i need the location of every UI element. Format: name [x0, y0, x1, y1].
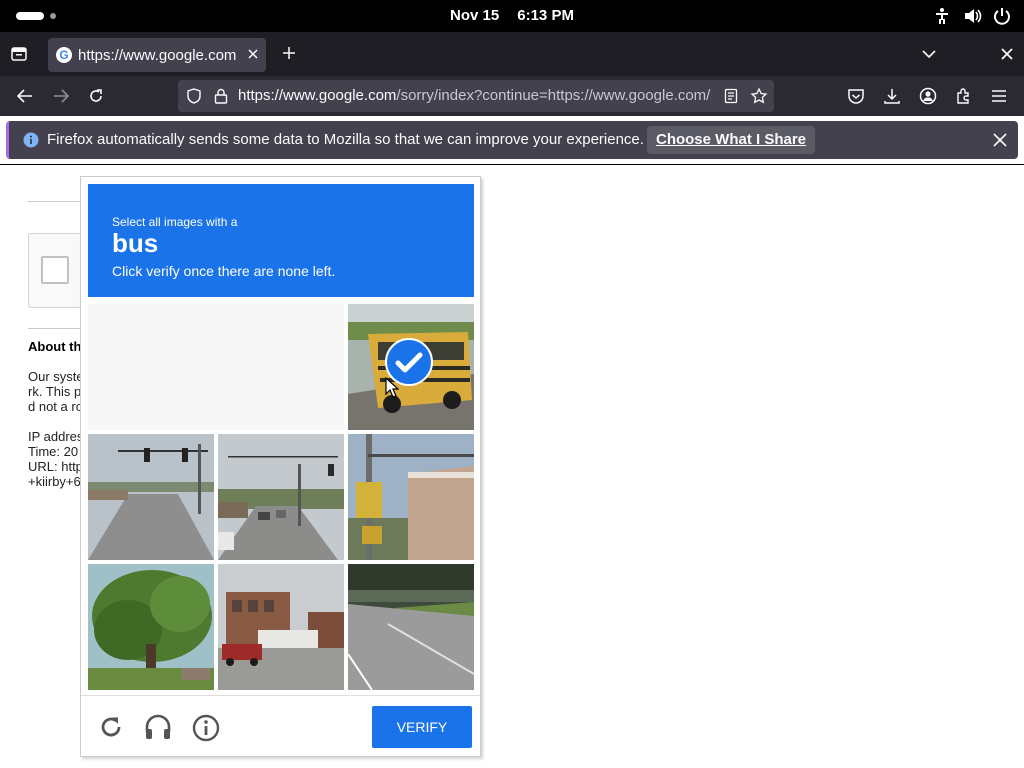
recaptcha-challenge-dialog: Select all images with a bus Click verif…: [80, 176, 481, 757]
info-icon[interactable]: [192, 714, 220, 742]
recaptcha-checkbox[interactable]: [41, 256, 69, 284]
system-tray[interactable]: [932, 6, 1012, 26]
window-close-icon[interactable]: [1000, 47, 1014, 61]
data-collection-notification: Firefox automatically sends some data to…: [6, 121, 1018, 159]
prompt-target: bus: [112, 228, 159, 258]
clock[interactable]: Nov 15 6:13 PM: [0, 0, 1024, 32]
extensions-icon[interactable]: [955, 87, 973, 105]
tile-traffic-light-road[interactable]: [88, 434, 214, 560]
chevron-down-icon[interactable]: [921, 47, 937, 61]
notification-close-icon[interactable]: [993, 133, 1007, 147]
google-favicon-icon: G: [56, 47, 72, 63]
volume-icon[interactable]: [962, 6, 982, 26]
road-curb-image: [348, 564, 474, 690]
tree-image: [88, 564, 214, 690]
body-line: d not a ro: [28, 399, 83, 414]
body-line: Our syste: [28, 369, 84, 384]
mouse-cursor-icon: [385, 377, 399, 398]
url-bar[interactable]: https://www.google.com/sorry/index?conti…: [178, 80, 774, 112]
reader-view-icon[interactable]: [724, 88, 738, 104]
tab-google[interactable]: G https://www.google.com: [48, 38, 266, 72]
body-line: Time: 20: [28, 444, 79, 459]
notification-message: Firefox automatically sends some data to…: [47, 131, 644, 148]
divider: [28, 201, 88, 202]
tile-traffic-signal-building[interactable]: [348, 434, 474, 560]
lock-icon[interactable]: [214, 88, 228, 104]
prompt-line: Select all images with a: [112, 215, 238, 229]
url-path: /sorry/index?continue=https://www.google…: [396, 87, 711, 104]
clock-date: Nov 15: [450, 7, 500, 24]
new-tab-icon[interactable]: [280, 44, 298, 62]
traffic-light-road-image: [88, 434, 214, 560]
verify-button[interactable]: VERIFY: [372, 706, 472, 748]
tile-blank-area: [88, 304, 344, 430]
menu-hamburger-icon[interactable]: [991, 89, 1007, 103]
clock-time: 6:13 PM: [517, 7, 574, 24]
divider: [28, 328, 88, 329]
info-icon: [23, 132, 39, 148]
body-line: rk. This p: [28, 384, 82, 399]
accessibility-icon[interactable]: [932, 6, 952, 26]
system-top-bar: Nov 15 6:13 PM: [0, 0, 1024, 32]
firefox-view-icon[interactable]: [10, 45, 28, 63]
power-icon[interactable]: [992, 6, 1012, 26]
challenge-header: Select all images with a bus Click verif…: [88, 184, 474, 297]
tab-title: https://www.google.com: [78, 46, 237, 64]
tracking-protection-shield-icon[interactable]: [186, 88, 202, 104]
reload-icon[interactable]: [88, 88, 104, 104]
recaptcha-anchor-box: [28, 233, 88, 308]
account-icon[interactable]: [919, 87, 937, 105]
tab-strip: G https://www.google.com: [0, 32, 1024, 76]
headphones-icon[interactable]: [144, 714, 172, 740]
pocket-icon[interactable]: [847, 87, 865, 105]
page-body-text: Our syste rk. This p d not a ro IP addre…: [28, 369, 84, 489]
forward-icon[interactable]: [52, 88, 70, 104]
street-intersection-image: [218, 434, 344, 560]
tab-close-icon[interactable]: [246, 47, 260, 61]
url-host: https://www.google.com: [238, 87, 397, 104]
prompt-instruction: Click verify once there are none left.: [112, 263, 336, 279]
url-text[interactable]: https://www.google.com/sorry/index?conti…: [238, 80, 716, 112]
tile-tree[interactable]: [88, 564, 214, 690]
brick-building-truck-image: [218, 564, 344, 690]
tile-street-intersection[interactable]: [218, 434, 344, 560]
navigation-toolbar: https://www.google.com/sorry/index?conti…: [0, 76, 1024, 116]
footer-divider: [81, 695, 480, 696]
tile-brick-building-truck[interactable]: [218, 564, 344, 690]
downloads-icon[interactable]: [883, 87, 901, 105]
body-line: IP addres: [28, 429, 84, 444]
about-heading: About th: [28, 339, 82, 354]
tile-road-curb[interactable]: [348, 564, 474, 690]
traffic-signal-building-image: [348, 434, 474, 560]
body-line: +kiirby+6: [28, 474, 81, 489]
back-icon[interactable]: [16, 88, 34, 104]
reload-icon[interactable]: [98, 714, 124, 740]
body-line: URL: http: [28, 459, 83, 474]
bookmark-star-icon[interactable]: [750, 87, 768, 105]
body-line: [28, 414, 84, 429]
choose-what-i-share-button[interactable]: Choose What I Share: [647, 126, 815, 154]
